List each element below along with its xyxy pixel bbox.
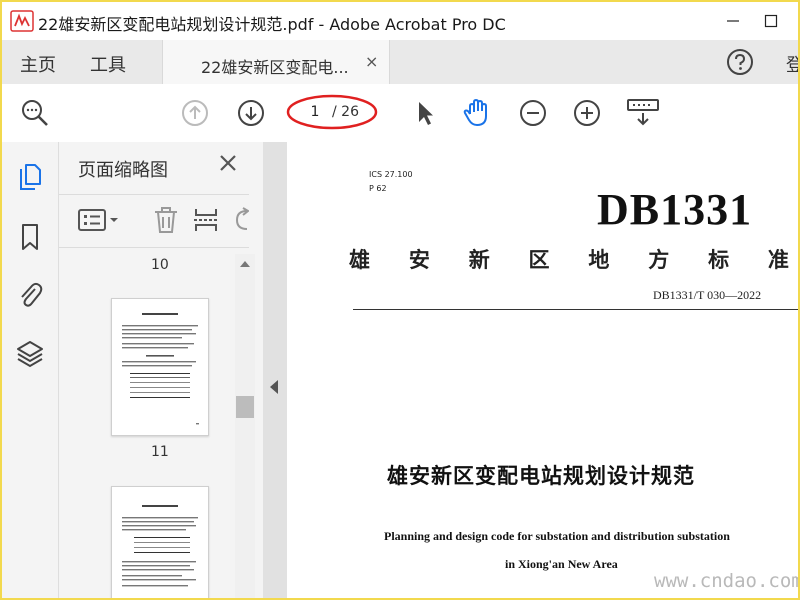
document-view[interactable]: ICS 27.100 P 62 DB1331 雄 安 新 区 地 方 标 准 D… <box>287 142 798 598</box>
select-arrow-icon[interactable] <box>410 98 440 128</box>
standard-code: DB1331 <box>597 185 753 234</box>
help-icon[interactable] <box>726 48 754 76</box>
scroll-up-button[interactable] <box>235 254 255 274</box>
panel-close-icon[interactable] <box>217 152 239 174</box>
document-tab-label: 22雄安新区变配电... <box>201 58 349 77</box>
hand-tool-icon[interactable] <box>462 98 492 128</box>
left-rail <box>2 142 59 598</box>
sign-in-button[interactable]: 登 <box>786 51 798 77</box>
window-title: 22雄安新区变配电站规划设计规范.pdf - Adobe Acrobat Pro… <box>38 15 506 34</box>
chevron-up-icon <box>240 261 250 267</box>
zoom-in-icon[interactable] <box>572 98 602 128</box>
tab-bar: 主页 工具 22雄安新区变配电... × 登 <box>2 40 798 84</box>
zoom-search-icon[interactable] <box>20 98 50 128</box>
insert-page-icon[interactable] <box>191 205 221 235</box>
thumbnail-panel: 页面缩略图 10 11 <box>59 142 263 598</box>
collapse-left-icon[interactable] <box>269 380 279 394</box>
thumbnail-scrollbar[interactable] <box>235 254 255 598</box>
standard-type-char: 雄 <box>349 248 370 272</box>
page-thumbnail-content <box>122 313 199 425</box>
app-window: 22雄安新区变配电站规划设计规范.pdf - Adobe Acrobat Pro… <box>0 0 800 600</box>
layers-icon[interactable] <box>16 338 44 368</box>
annotation-ring <box>286 94 378 130</box>
rotate-page-icon[interactable] <box>229 205 249 235</box>
standard-type-char: 地 <box>588 248 610 272</box>
attachment-icon[interactable] <box>16 279 44 309</box>
main-toolbar: / 26 <box>2 84 798 143</box>
app-logo-icon <box>10 10 34 32</box>
document-title-en-line1: Planning and design code for substation … <box>384 529 730 543</box>
tools-tab[interactable]: 工具 <box>90 51 126 77</box>
minimize-icon <box>727 20 739 22</box>
page-thumbnail[interactable] <box>111 298 209 436</box>
watermark: www.cndao.com <box>654 570 800 592</box>
standard-type-char: 方 <box>648 248 670 272</box>
bookmark-icon[interactable] <box>16 222 44 252</box>
document-tab-close-button[interactable]: × <box>365 52 378 71</box>
home-tab[interactable]: 主页 <box>20 51 56 77</box>
page-thumbnails-icon[interactable] <box>16 162 44 192</box>
thumbnail-toolbar <box>59 194 249 248</box>
standard-number: DB1331/T 030—2022 <box>653 288 762 302</box>
document-title-en-line2: in Xiong'an New Area <box>505 557 618 571</box>
thumbnail-page-label: 10 <box>151 257 169 273</box>
panel-collapse-strip[interactable] <box>263 142 287 598</box>
zoom-out-icon[interactable] <box>518 98 548 128</box>
panel-title: 页面缩略图 <box>78 160 168 181</box>
title-bar: 22雄安新区变配电站规划设计规范.pdf - Adobe Acrobat Pro… <box>2 2 798 40</box>
scrollbar-thumb[interactable] <box>236 396 254 418</box>
page-thumbnail-content <box>122 505 198 587</box>
prev-page-icon[interactable] <box>180 98 210 128</box>
document-title-cn: 雄安新区变配电站规划设计规范 <box>387 464 695 488</box>
options-menu-icon[interactable] <box>77 205 119 235</box>
header-divider <box>353 309 798 310</box>
maximize-button[interactable] <box>756 8 786 34</box>
maximize-icon <box>764 14 778 28</box>
category-code: P 62 <box>369 184 387 193</box>
standard-type-char: 新 <box>468 248 490 272</box>
minimize-button[interactable] <box>718 8 748 34</box>
delete-page-icon[interactable] <box>151 205 181 235</box>
standard-type-char: 标 <box>708 248 730 272</box>
thumbnail-page-label: 11 <box>151 444 169 460</box>
ics-code: ICS 27.100 <box>369 170 413 179</box>
next-page-icon[interactable] <box>236 98 266 128</box>
standard-type-char: 安 <box>408 248 430 272</box>
keyboard-icon[interactable] <box>626 98 660 128</box>
standard-type-char: 区 <box>528 248 550 272</box>
standard-type: 雄 安 新 区 地 方 标 准 <box>349 244 789 274</box>
page-thumbnail[interactable] <box>111 486 209 598</box>
document-tab[interactable]: 22雄安新区变配电... × <box>162 40 390 84</box>
standard-type-char: 准 <box>767 248 789 272</box>
